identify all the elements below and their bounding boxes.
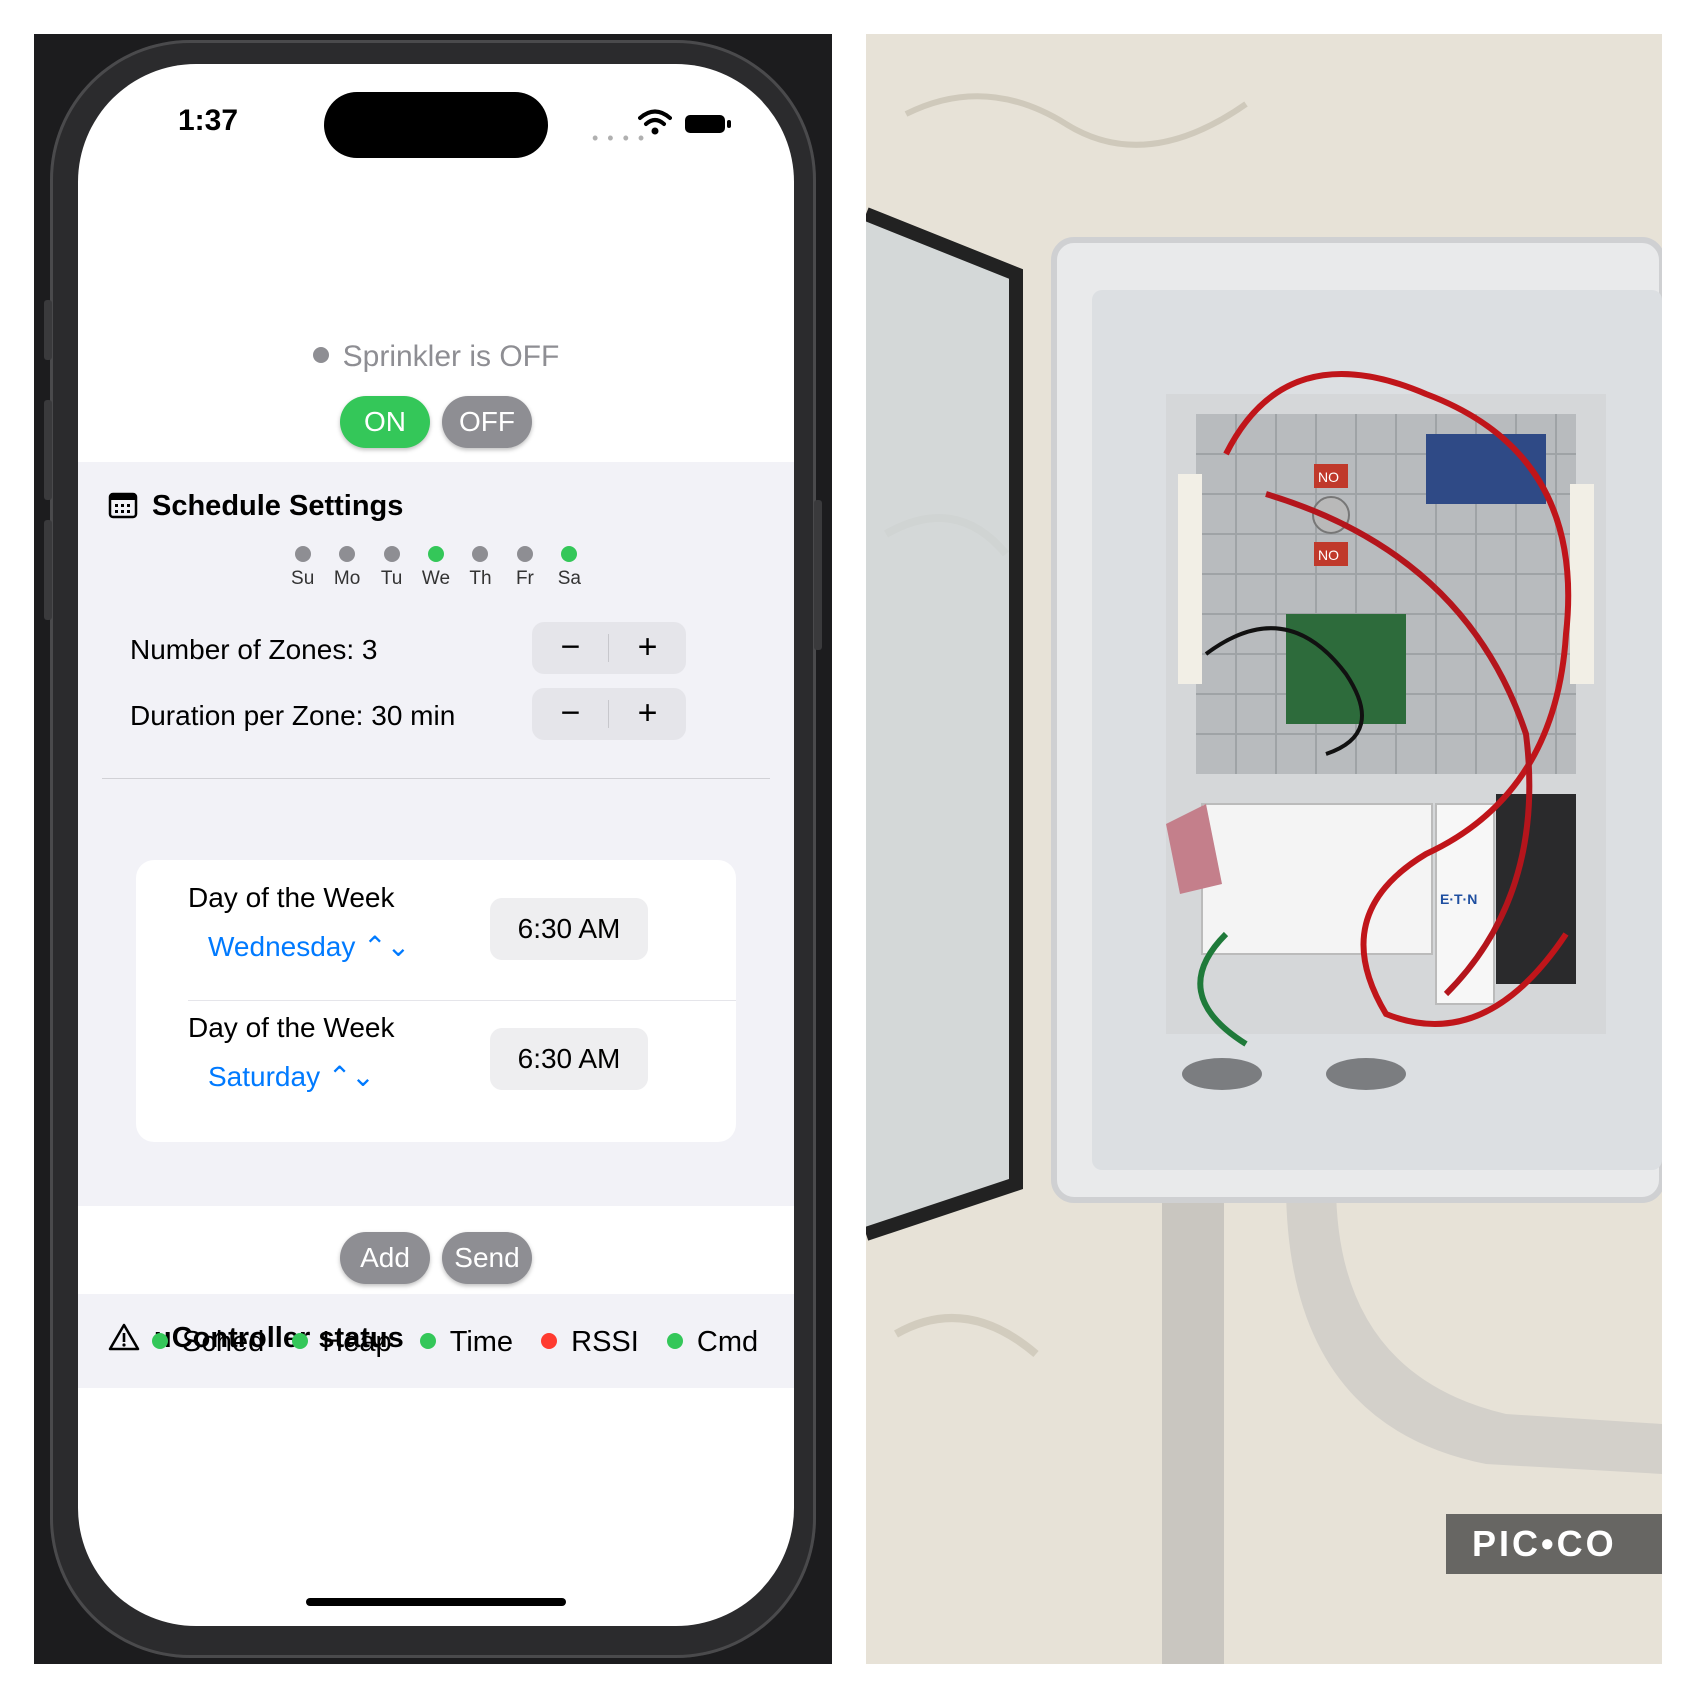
indicator-dot	[152, 1333, 168, 1349]
day-sunday[interactable]: Su	[284, 546, 322, 590]
watermark-label: PIC•CO	[1446, 1514, 1662, 1574]
home-indicator	[306, 1598, 566, 1606]
day-picker[interactable]: Wednesday ⌃⌄	[208, 930, 410, 963]
day-dot	[294, 546, 311, 562]
indicator-label: Heap	[322, 1326, 392, 1358]
phone-volume-up-button	[44, 400, 52, 500]
zones-increment-button[interactable]: +	[609, 622, 686, 674]
controller-enclosure-photo: NO NO E·T·N PIC•CO	[866, 34, 1662, 1664]
warning-icon	[108, 1323, 140, 1351]
day-label: Mo	[333, 568, 361, 589]
sprinkler-off-button[interactable]: OFF	[442, 396, 532, 448]
entry-label: Day of the Week	[188, 1012, 395, 1043]
phone-volume-down-button	[44, 520, 52, 620]
indicator-dot	[541, 1333, 558, 1349]
indicator-sched: Sched	[152, 1326, 264, 1359]
indicator-rssi: RSSI	[541, 1326, 639, 1359]
schedule-settings-section: Schedule Settings Su Mo Tu We Th Fr Sa N…	[78, 462, 794, 1206]
indicator-time: Time	[419, 1326, 514, 1359]
battery-icon	[685, 115, 731, 133]
entry-label: Day of the Week	[188, 882, 395, 913]
duration-increment-button[interactable]: +	[609, 688, 686, 740]
day-dot	[383, 546, 400, 562]
dynamic-island	[324, 92, 548, 158]
schedule-entry: Day of the Week Wednesday ⌃⌄ 6:30 AM	[136, 860, 736, 1001]
day-selector: Su Mo Tu We Th Fr Sa	[78, 546, 794, 590]
indicator-label: Sched	[182, 1326, 265, 1358]
day-friday[interactable]: Fr	[506, 546, 544, 590]
section-divider	[102, 778, 770, 779]
duration-stepper: − +	[532, 688, 686, 740]
day-dot	[339, 546, 356, 562]
calendar-icon	[108, 492, 138, 519]
day-wednesday[interactable]: We	[417, 546, 455, 590]
day-label: Fr	[515, 568, 534, 589]
status-time: 1:37	[178, 104, 239, 137]
zones-decrement-button[interactable]: −	[532, 622, 609, 674]
controller-indicators: Sched Heap Time RSSI Cmd	[152, 1326, 778, 1359]
zones-stepper: − +	[532, 622, 686, 674]
schedule-entries-list: Day of the Week Wednesday ⌃⌄ 6:30 AM Day…	[136, 860, 736, 1142]
duration-label: Duration per Zone: 30 min	[130, 700, 456, 731]
toggle-label-bottom: NO	[1318, 547, 1339, 563]
app-screen: 1:37 • • • • Sprinkler is OFF ON OFF Sch…	[78, 64, 794, 1626]
add-button[interactable]: Add	[340, 1232, 430, 1284]
indicator-cmd: Cmd	[666, 1326, 759, 1359]
zones-label: Number of Zones: 3	[130, 634, 378, 665]
day-dot	[472, 546, 489, 562]
breaker-brand-label: E·T·N	[1440, 891, 1477, 907]
sprinkler-status-text: Sprinkler is OFF	[342, 340, 560, 373]
indicator-dot	[666, 1333, 683, 1349]
wifi-icon	[638, 109, 672, 135]
day-thursday[interactable]: Th	[461, 546, 499, 590]
toggle-label-top: NO	[1318, 469, 1339, 485]
day-label: Tu	[380, 568, 403, 589]
day-dot	[516, 546, 533, 562]
indicator-label: RSSI	[571, 1326, 639, 1358]
day-label: We	[421, 568, 451, 589]
day-label: Th	[469, 568, 492, 589]
day-dot	[428, 546, 444, 562]
day-tuesday[interactable]: Tu	[373, 546, 411, 590]
sprinkler-status-dot	[312, 347, 329, 363]
send-button[interactable]: Send	[442, 1232, 532, 1284]
time-picker[interactable]: 6:30 AM	[490, 1028, 648, 1090]
indicator-heap: Heap	[292, 1326, 392, 1359]
day-dot	[561, 546, 578, 562]
schedule-entry: Day of the Week Saturday ⌃⌄ 6:30 AM	[136, 990, 736, 1130]
time-picker[interactable]: 6:30 AM	[490, 898, 648, 960]
indicator-dot	[292, 1333, 309, 1349]
phone-side-button	[44, 300, 52, 360]
indicator-label: Cmd	[696, 1326, 759, 1358]
schedule-settings-title: Schedule Settings	[152, 490, 404, 522]
indicator-label: Time	[449, 1326, 514, 1358]
phone-power-button	[814, 500, 822, 650]
duration-decrement-button[interactable]: −	[532, 688, 609, 740]
day-monday[interactable]: Mo	[328, 546, 366, 590]
day-label: Sa	[557, 568, 581, 589]
day-saturday[interactable]: Sa	[550, 546, 588, 590]
enclosure-illustration: NO NO E·T·N	[866, 34, 1662, 1664]
day-label: Su	[291, 568, 315, 589]
sprinkler-on-button[interactable]: ON	[340, 396, 430, 448]
sprinkler-status: Sprinkler is OFF	[78, 340, 794, 374]
schedule-settings-header: Schedule Settings	[108, 490, 403, 523]
day-picker[interactable]: Saturday ⌃⌄	[208, 1060, 375, 1093]
indicator-dot	[419, 1333, 436, 1349]
